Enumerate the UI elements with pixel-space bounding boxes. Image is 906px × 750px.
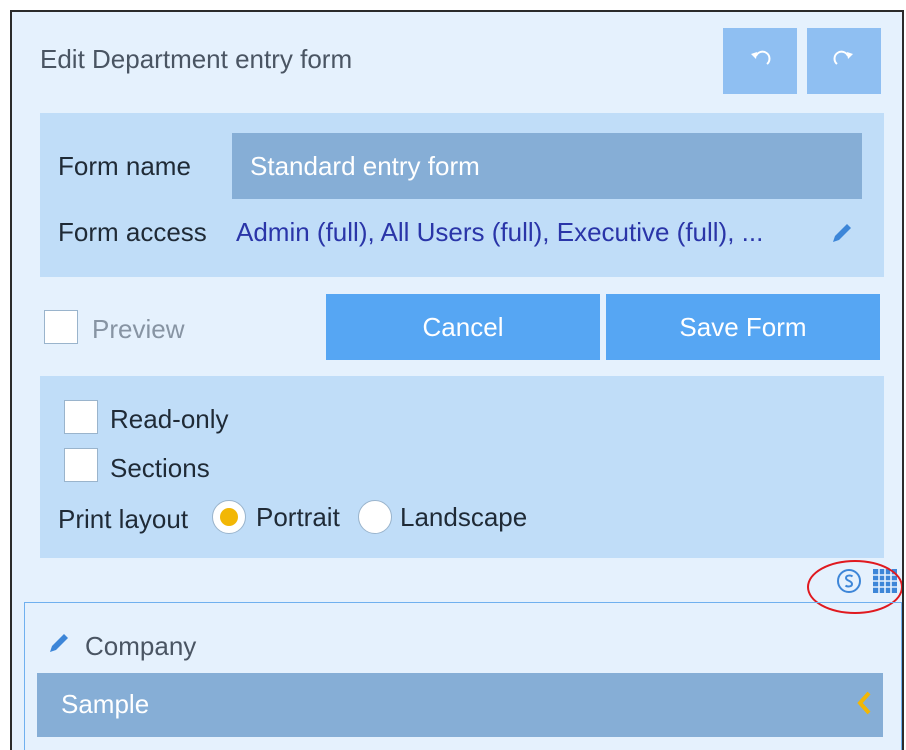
form-access-label: Form access <box>58 217 207 247</box>
form-access-value[interactable]: Admin (full), All Users (full), Executiv… <box>236 217 763 248</box>
pencil-icon[interactable] <box>830 221 854 250</box>
preview-label: Preview <box>92 314 185 344</box>
preview-checkbox[interactable] <box>44 310 78 344</box>
form-name-label: Form name <box>58 151 191 181</box>
form-settings-panel: Form name Form access Admin (full), All … <box>40 113 884 277</box>
redo-icon <box>831 50 857 73</box>
landscape-label: Landscape <box>400 502 528 532</box>
readonly-checkbox[interactable] <box>64 400 98 434</box>
pencil-icon[interactable] <box>47 631 71 660</box>
sections-checkbox[interactable] <box>64 448 98 482</box>
sections-label: Sections <box>110 453 210 483</box>
form-options-panel: Read-only Sections Print layout Portrait… <box>40 376 884 558</box>
sample-row[interactable]: Sample <box>37 673 883 737</box>
print-layout-label: Print layout <box>58 504 189 534</box>
dialog-title: Edit Department entry form <box>40 44 353 74</box>
readonly-label: Read-only <box>110 404 229 434</box>
cancel-button[interactable]: Cancel <box>326 294 600 360</box>
undo-icon <box>747 50 773 73</box>
landscape-radio[interactable] <box>358 500 392 534</box>
portrait-radio[interactable] <box>212 500 246 534</box>
redo-button[interactable] <box>807 28 881 94</box>
undo-button[interactable] <box>723 28 797 94</box>
radio-selected-dot <box>220 508 238 526</box>
sample-label: Sample <box>61 689 150 719</box>
portrait-label: Portrait <box>256 502 340 532</box>
edit-form-dialog: Edit Department entry form Form name For… <box>10 10 904 750</box>
section-company: Company Sample <box>24 602 902 750</box>
section-title: Company <box>85 631 197 661</box>
chevron-left-icon[interactable] <box>855 689 873 722</box>
form-name-input[interactable] <box>232 133 862 199</box>
save-form-button[interactable]: Save Form <box>606 294 880 360</box>
